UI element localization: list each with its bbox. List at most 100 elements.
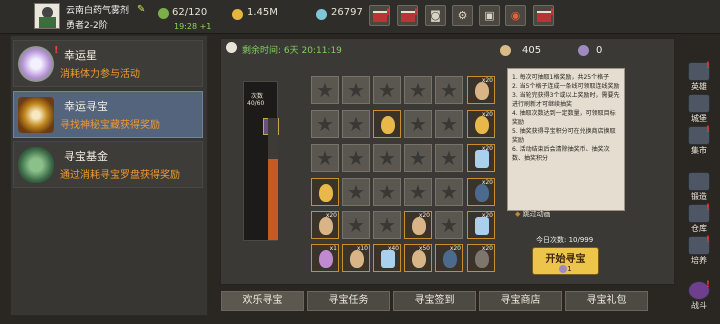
hidden-cell[interactable]: ★ [342, 76, 370, 104]
sidebar-item-subtitle: 通过消耗寻宝罗盘获得奖励 [60, 170, 180, 181]
mail-icon[interactable]: ! [369, 5, 390, 26]
market-icon: ! [688, 125, 710, 145]
reward-count: x20 [481, 111, 493, 118]
hidden-cell[interactable]: ★ [373, 211, 401, 239]
skip-animation-label: 跳过动画 [522, 210, 551, 218]
hidden-cell[interactable]: ★ [435, 76, 463, 104]
gift-icon[interactable]: ▣ [479, 5, 500, 26]
diamond-icon [475, 217, 489, 235]
nav-hero[interactable]: ! 英雄 [683, 61, 715, 95]
reward-cell[interactable]: x20 [467, 110, 495, 138]
compass-icon [578, 45, 589, 56]
reward-cell[interactable]: x20 [467, 76, 495, 104]
start-cost: 1 [567, 265, 572, 273]
hidden-cell[interactable]: ★ [404, 178, 432, 206]
money-bag-icon [18, 147, 54, 183]
reward-cell[interactable] [373, 110, 401, 138]
nav-forge[interactable]: 锻造 [683, 172, 715, 205]
edit-icon[interactable]: ✎ [137, 4, 145, 15]
star-icon [18, 46, 54, 82]
nav-train[interactable]: ! 培养 [683, 235, 715, 269]
hidden-cell[interactable]: ★ [373, 178, 401, 206]
tab-happy-treasure[interactable]: 欢乐寻宝 [221, 291, 304, 311]
egg-icon [475, 82, 489, 100]
gems-value: 26797 [331, 7, 363, 18]
reward-cell[interactable]: x50 [404, 244, 432, 272]
gem-icon [319, 250, 333, 268]
hidden-cell[interactable]: ★ [435, 110, 463, 138]
nav-battle[interactable]: ! 战斗 [683, 280, 715, 314]
star-icon: ★ [440, 213, 458, 237]
reward-cell[interactable]: x20 [311, 211, 339, 239]
hidden-cell[interactable]: ★ [404, 110, 432, 138]
reward-cell[interactable]: x20 [467, 244, 495, 272]
gear-icon[interactable]: ⚙ [452, 5, 473, 26]
star-icon: ★ [347, 146, 365, 170]
tab-treasure-gift[interactable]: 寻宝礼包 [565, 291, 648, 311]
tab-treasure-tasks[interactable]: 寻宝任务 [307, 291, 390, 311]
nav-label: 集市 [691, 146, 707, 155]
star-icon: ★ [378, 180, 396, 204]
egg-currency-icon [500, 45, 511, 56]
mail-icon[interactable]: ! [397, 5, 418, 26]
skip-animation-toggle[interactable]: ◆ 跳过动画 [515, 209, 551, 219]
start-treasure-button[interactable]: 开始寻宝 1 [532, 247, 599, 275]
reward-count: x1 [329, 245, 337, 252]
player-rank: 勇者2-2阶 [66, 21, 108, 31]
hidden-cell[interactable]: ★ [435, 211, 463, 239]
hidden-cell[interactable]: ★ [373, 144, 401, 172]
reward-cell[interactable]: x10 [342, 244, 370, 272]
nav-label: 仓库 [691, 224, 707, 233]
sidebar-item-lucky-star[interactable]: ! 幸运星 消耗体力参与活动 [13, 40, 203, 87]
nav-warehouse[interactable]: ! 仓库 [683, 203, 715, 237]
hidden-cell[interactable]: ★ [404, 76, 432, 104]
hidden-cell[interactable]: ★ [435, 144, 463, 172]
reward-cell[interactable]: x1 [311, 244, 339, 272]
warehouse-icon: ! [688, 203, 710, 223]
reward-cell[interactable]: x20 [435, 244, 463, 272]
wheel-icon[interactable]: ◉ [505, 5, 526, 26]
sidebar-item-title: 幸运星 [64, 49, 97, 62]
sidebar-item-subtitle: 寻找神秘宝藏获得奖励 [60, 120, 160, 131]
bag-icon[interactable]: ! [533, 5, 554, 26]
hidden-cell[interactable]: ★ [404, 144, 432, 172]
reward-count: x20 [325, 212, 337, 219]
nav-castle[interactable]: 城堡 [683, 94, 715, 127]
reward-cell[interactable]: x20 [467, 178, 495, 206]
tab-treasure-checkin[interactable]: 寻宝签到 [393, 291, 476, 311]
hidden-cell[interactable]: ★ [311, 110, 339, 138]
tab-treasure-shop[interactable]: 寻宝商店 [479, 291, 562, 311]
star-icon: ★ [378, 78, 396, 102]
hidden-cell[interactable]: ★ [373, 76, 401, 104]
reward-cell[interactable] [311, 178, 339, 206]
reward-cell[interactable]: x20 [467, 144, 495, 172]
hidden-cell[interactable]: ★ [342, 144, 370, 172]
controller-icon[interactable]: ◙ [425, 5, 446, 26]
nav-market[interactable]: ! 集市 [683, 125, 715, 159]
meter-value: 40/60 [247, 100, 265, 107]
hidden-cell[interactable]: ★ [435, 178, 463, 206]
star-icon: ★ [347, 180, 365, 204]
sidebar-item-lucky-treasure[interactable]: 幸运寻宝 寻找神秘宝藏获得奖励 [13, 91, 203, 138]
avatar[interactable] [34, 3, 60, 29]
nav-label: 战斗 [691, 301, 707, 310]
hidden-cell[interactable]: ★ [342, 211, 370, 239]
reward-cell[interactable]: x20 [404, 211, 432, 239]
hidden-cell[interactable]: ★ [342, 178, 370, 206]
egg-icon [412, 217, 426, 235]
hidden-cell[interactable]: ★ [342, 110, 370, 138]
sidebar-item-treasure-fund[interactable]: 寻宝基金 通过消耗寻宝罗盘获得奖励 [13, 141, 203, 188]
reward-count: x10 [356, 245, 368, 252]
star-icon: ★ [440, 146, 458, 170]
hidden-cell[interactable]: ★ [311, 76, 339, 104]
checkbox-icon: ◆ [515, 210, 521, 218]
star-icon: ★ [347, 213, 365, 237]
hidden-cell[interactable]: ★ [311, 144, 339, 172]
star-icon: ★ [440, 78, 458, 102]
reward-cell[interactable]: x40 [373, 244, 401, 272]
gold-value: 1.45M [247, 7, 278, 18]
egg-gold-icon [319, 184, 333, 202]
reward-cell[interactable]: x20 [467, 211, 495, 239]
sidebar-item-title: 幸运寻宝 [64, 100, 108, 113]
egg-currency-value: 405 [522, 45, 542, 56]
